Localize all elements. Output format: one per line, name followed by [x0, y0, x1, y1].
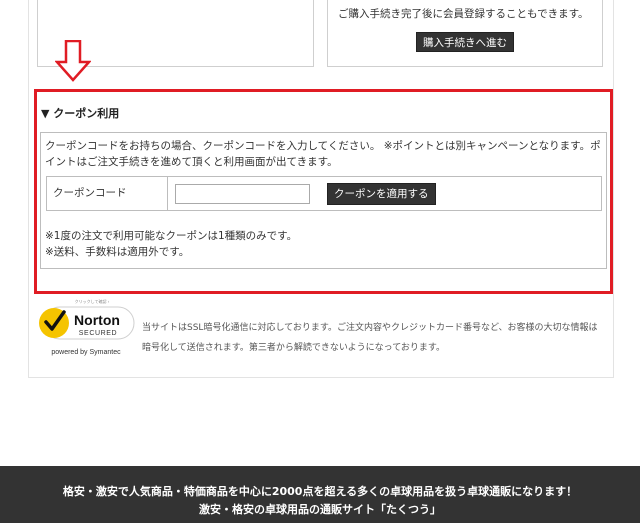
- proceed-to-purchase-button[interactable]: 購入手続きへ進む: [416, 32, 514, 52]
- apply-coupon-button[interactable]: クーポンを適用する: [327, 183, 436, 205]
- norton-secured-badge[interactable]: クリックして確認 › Norton SECURED powered by Sym…: [34, 297, 138, 359]
- footer-site-name: 激安・格安の卓球用品の通販サイト「たくつう」: [199, 503, 441, 516]
- coupon-content-box: クーポンコードをお持ちの場合、クーポンコードを入力してください。 ※ポイントとは…: [40, 132, 607, 269]
- coupon-code-label: クーポンコード: [47, 177, 168, 210]
- coupon-note-item: ※1度の注文で利用可能なクーポンは1種類のみです。: [45, 230, 298, 242]
- norton-verify-text: クリックして確認 ›: [75, 298, 110, 304]
- coupon-code-row: クーポンコード クーポンを適用する: [46, 176, 602, 211]
- coupon-code-input[interactable]: [175, 184, 310, 204]
- coupon-section: ▼ クーポン利用 クーポンコードをお持ちの場合、クーポンコードを入力してください…: [34, 89, 613, 294]
- right-option-box: ご購入手続き完了後に会員登録することもできます。 購入手続きへ進む: [327, 0, 603, 67]
- norton-secured-text: SECURED: [79, 330, 117, 337]
- coupon-note-item: ※送料、手数料は適用外です。: [45, 246, 190, 258]
- footer-tagline: 格安・激安で人気商品・特価商品を中心に2000点を超える多くの卓球用品を扱う卓球…: [62, 485, 578, 498]
- site-footer: 格安・激安で人気商品・特価商品を中心に2000点を超える多くの卓球用品を扱う卓球…: [0, 466, 640, 523]
- coupon-notes: ※1度の注文で利用可能なクーポンは1種類のみです。 ※送料、手数料は適用外です。: [45, 228, 297, 260]
- norton-brand: Norton: [74, 312, 120, 328]
- coupon-description: クーポンコードをお持ちの場合、クーポンコードを入力してください。 ※ポイントとは…: [45, 140, 601, 168]
- coupon-title: ▼ クーポン利用: [41, 107, 120, 120]
- down-arrow-icon: [55, 40, 91, 82]
- register-note: ご購入手続き完了後に会員登録することもできます。: [338, 8, 589, 20]
- ssl-security-note: 当サイトはSSL暗号化通信に対応しております。ご注文内容やクレジットカード番号な…: [142, 323, 598, 353]
- norton-powered-text: powered by Symantec: [51, 349, 121, 356]
